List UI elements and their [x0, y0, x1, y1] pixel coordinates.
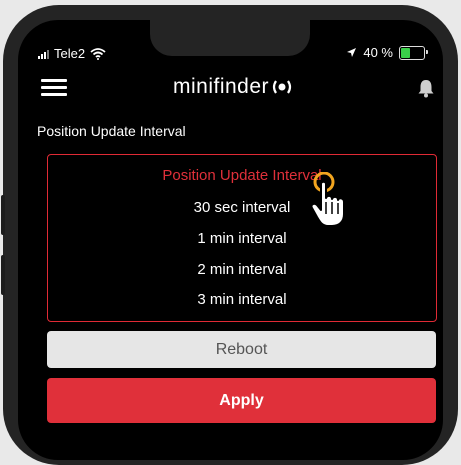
side-button	[1, 255, 5, 295]
battery-fill	[401, 47, 410, 58]
logo-signal-icon	[272, 80, 292, 94]
menu-icon[interactable]	[41, 79, 67, 97]
notch	[150, 20, 310, 56]
apply-button[interactable]: Apply	[47, 378, 436, 423]
section-label: Position Update Interval	[37, 123, 186, 139]
carrier-label: Tele2	[54, 46, 86, 61]
battery-icon	[399, 45, 428, 60]
logo-text: minifinder	[173, 75, 270, 98]
picker-option-30sec[interactable]: 30 sec interval	[48, 199, 436, 216]
hand-pointer-icon	[310, 172, 345, 227]
status-right: 40 %	[346, 45, 428, 60]
reboot-button[interactable]: Reboot	[47, 331, 436, 368]
picker-title: Position Update Interval	[162, 167, 322, 184]
wifi-icon	[90, 47, 106, 60]
side-button	[1, 195, 5, 235]
interval-picker: Position Update Interval 30 sec interval…	[47, 154, 437, 322]
bell-icon[interactable]	[417, 78, 435, 98]
location-arrow-icon	[347, 48, 357, 57]
app-logo: minifinder	[173, 75, 293, 99]
battery-percent: 40 %	[363, 45, 393, 60]
status-left: Tele2	[38, 46, 106, 61]
picker-option-1min[interactable]: 1 min interval	[48, 230, 436, 247]
signal-icon	[38, 49, 49, 59]
picker-option-2min[interactable]: 2 min interval	[48, 261, 436, 278]
picker-option-3min[interactable]: 3 min interval	[48, 291, 436, 308]
